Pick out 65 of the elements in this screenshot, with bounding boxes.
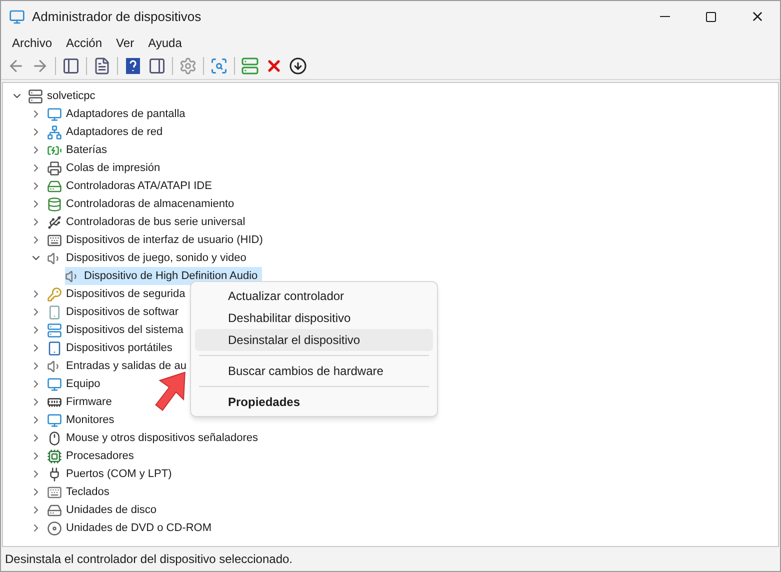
menu-item[interactable]: Actualizar controlador [195, 285, 433, 307]
printer-icon [47, 160, 62, 176]
monitor-icon [47, 412, 62, 428]
help-icon[interactable] [124, 57, 142, 75]
tree-item[interactable]: Colas de impresión [47, 159, 164, 177]
port-icon [47, 466, 62, 482]
tree-item[interactable]: Dispositivos de juego, sonido y video [47, 249, 250, 267]
tree-item[interactable]: Controladoras de almacenamiento [47, 195, 238, 213]
monitor-icon [47, 376, 62, 392]
tree-item[interactable]: Controladoras ATA/ATAPI IDE [47, 177, 216, 195]
tree-item[interactable]: Dispositivos de segurida [47, 285, 190, 303]
tree-item[interactable]: Dispositivos portátiles [47, 339, 176, 357]
keyboard-icon [47, 232, 62, 248]
menu-item[interactable]: Desinstalar el dispositivo [195, 329, 433, 351]
window-title: Administrador de dispositivos [32, 8, 202, 26]
minimize-icon [660, 16, 670, 17]
tree-item[interactable]: Baterías [47, 141, 111, 159]
tree-item[interactable]: Teclados [47, 483, 114, 501]
tree-item[interactable]: Dispositivos del sistema [47, 321, 188, 339]
menu-item[interactable]: Archivo [5, 34, 60, 52]
processor-icon [47, 448, 62, 464]
menu-item[interactable]: Acción [59, 34, 110, 52]
tree-item[interactable]: Adaptadores de pantalla [47, 105, 190, 123]
scan-icon[interactable] [210, 57, 228, 75]
panel-icon[interactable] [62, 57, 80, 75]
keyboard-icon [47, 484, 62, 500]
maximize-icon [705, 10, 717, 22]
tree-item[interactable]: Dispositivos de interfaz de usuario (HID) [47, 231, 267, 249]
app-icon [9, 8, 25, 24]
tree-item[interactable]: Controladoras de bus serie universal [47, 213, 250, 231]
gear-icon[interactable] [179, 57, 197, 75]
document-icon[interactable] [93, 57, 111, 75]
menu-item[interactable]: Propiedades [195, 391, 433, 413]
forward-arrow-icon[interactable] [31, 57, 49, 75]
device-icon [47, 304, 62, 320]
tree-item[interactable]: Monitores [47, 411, 118, 429]
mouse-icon [47, 430, 62, 446]
tree-item[interactable]: Adaptadores de red [47, 123, 167, 141]
menu-item[interactable]: Buscar cambios de hardware [195, 360, 433, 382]
menu-item[interactable]: Ver [109, 34, 142, 52]
tree-item[interactable]: Puertos (COM y LPT) [47, 465, 176, 483]
monitor-icon [47, 106, 62, 122]
key-icon [47, 286, 62, 302]
drive-controller-icon [47, 178, 62, 194]
usb-icon [47, 214, 62, 230]
storage-icon [47, 196, 62, 212]
tree-item[interactable]: Firmware [47, 393, 116, 411]
delete-icon[interactable] [265, 57, 283, 75]
tree-item[interactable]: Dispositivo de High Definition Audio [65, 267, 262, 285]
download-icon[interactable] [289, 57, 307, 75]
network-icon [47, 124, 62, 140]
pointer-arrow [153, 371, 187, 413]
tree-item[interactable]: Mouse y otros dispositivos señaladores [47, 429, 262, 447]
disc-drive-icon [47, 520, 62, 536]
tablet-icon [47, 340, 62, 356]
menu-item[interactable]: Ayuda [141, 34, 189, 52]
tree-item[interactable]: Dispositivos de softwar [47, 303, 182, 321]
tree-item[interactable]: Unidades de disco [47, 501, 161, 519]
tree-item[interactable]: solveticpc [28, 87, 100, 105]
tree-item[interactable]: Procesadores [47, 447, 138, 465]
tree-item[interactable]: Equipo [47, 375, 104, 393]
panel-icon[interactable] [148, 57, 166, 75]
menu-item[interactable]: Deshabilitar dispositivo [195, 307, 433, 329]
tree-item[interactable]: Entradas y salidas de au [47, 357, 190, 375]
tree-item[interactable]: Unidades de DVD o CD-ROM [47, 519, 216, 537]
